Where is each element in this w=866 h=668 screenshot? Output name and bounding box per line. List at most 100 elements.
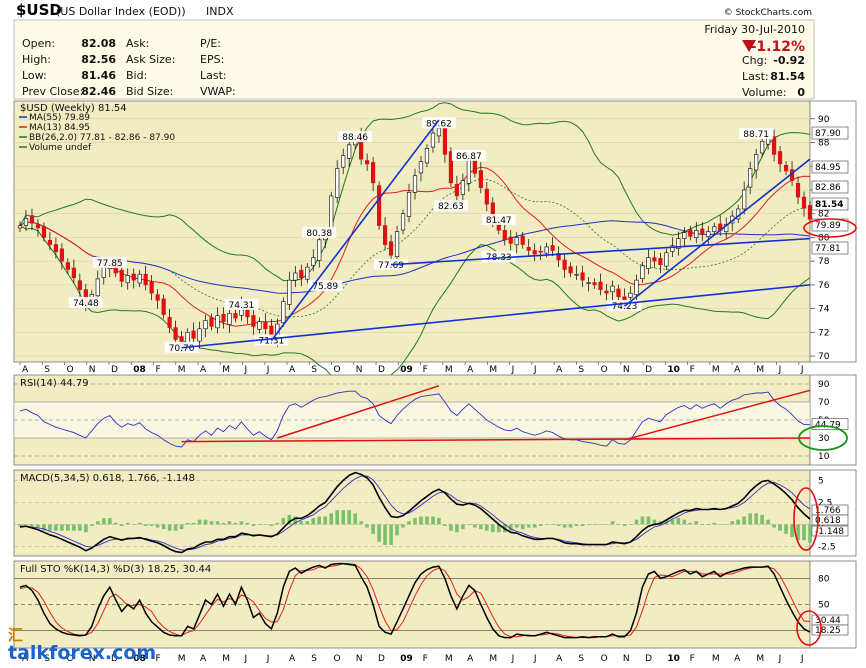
x-tick-label-top: A <box>200 365 207 375</box>
candle-body <box>23 218 29 226</box>
candle-body <box>460 180 465 195</box>
x-tick-label-top: A <box>556 365 563 375</box>
macd-histogram-bar <box>239 521 244 525</box>
price-annotation: 82.63 <box>438 202 464 212</box>
candle-body <box>412 175 418 193</box>
x-tick-label-top: J <box>244 365 248 375</box>
x-tick-label-bottom: A <box>200 654 207 664</box>
x-tick-label-bottom: 09 <box>400 654 413 664</box>
candle-body <box>688 229 693 237</box>
macd-histogram-bar <box>179 524 184 530</box>
candle-body <box>526 247 531 251</box>
macd-histogram-bar <box>784 524 788 534</box>
macd-histogram-bar <box>96 521 100 525</box>
x-tick-label-top: J <box>778 365 782 375</box>
macd-value-text: 1.766 <box>815 506 841 516</box>
candle-body <box>520 235 525 245</box>
x-tick-label-bottom: M <box>756 654 764 664</box>
price-tick-label: 90 <box>818 115 830 125</box>
sto-panel: 205080Full STO %K(14,3) %D(3) 18.25, 30.… <box>13 560 857 649</box>
price-annotation: 80.38 <box>306 229 332 239</box>
candle-body <box>215 315 220 329</box>
candle-body <box>305 266 310 280</box>
x-tick-label-bottom: M <box>712 654 720 664</box>
ask-label: Ask: <box>126 37 149 50</box>
x-tick-label-top: J <box>266 365 270 375</box>
macd-histogram-bar <box>101 518 106 525</box>
rsi-tick-label: 10 <box>818 452 830 462</box>
x-tick-label-top: 09 <box>400 365 413 375</box>
macd-histogram-bar <box>604 524 609 526</box>
candle-body <box>317 239 322 261</box>
x-tick-label-top: M <box>712 365 720 375</box>
candle-body <box>227 313 232 325</box>
candle-body <box>628 292 633 298</box>
macd-histogram-bar <box>598 524 603 526</box>
x-tick-label-top: O <box>334 365 341 375</box>
x-tick-label-bottom: J <box>244 654 248 664</box>
price-tick-label: 70 <box>818 352 830 362</box>
macd-histogram-bar <box>622 524 627 526</box>
candle-body <box>400 213 406 231</box>
price-tick-label: 72 <box>818 328 829 338</box>
x-tick-label-bottom: M <box>489 654 497 664</box>
x-tick-label-bottom: A <box>734 654 741 664</box>
candle-body <box>592 282 597 286</box>
right-label: Chg: <box>742 54 767 67</box>
quote-date: Friday 30-Jul-2010 <box>704 23 805 36</box>
candle-body <box>466 158 471 184</box>
quote-value: 81.46 <box>81 69 116 82</box>
macd-histogram-bar <box>550 524 555 526</box>
macd-histogram-bar <box>544 524 549 526</box>
macd-histogram-bar <box>568 524 573 528</box>
x-tick-label-top: D <box>378 365 385 375</box>
macd-histogram-bar <box>215 521 220 525</box>
candle-body <box>748 168 753 188</box>
macd-histogram-bar <box>425 516 429 525</box>
macd-histogram-bar <box>377 524 381 542</box>
sto-tick-label: 80 <box>818 574 830 584</box>
macd-histogram-bar <box>329 513 334 525</box>
ask-label: Bid: <box>126 69 147 82</box>
candle-body <box>532 250 537 255</box>
quote-value: 82.56 <box>81 53 116 66</box>
macd-histogram-bar <box>395 524 399 536</box>
macd-histogram-bar <box>191 522 196 525</box>
macd-histogram-bar <box>143 524 148 526</box>
x-tick-label-top: M <box>178 365 186 375</box>
candle-body <box>562 259 567 270</box>
macd-histogram-bar <box>443 524 447 526</box>
price-panel-axis-frame <box>809 100 857 363</box>
macd-histogram-bar <box>227 521 232 525</box>
price-value-text: 87.90 <box>815 129 841 139</box>
candle-body <box>616 288 621 298</box>
macd-histogram-bar <box>688 522 693 525</box>
macd-histogram-bar <box>407 521 411 525</box>
price-tick-label: 88 <box>818 139 830 149</box>
price-annotation: 88.71 <box>743 130 769 140</box>
macd-histogram-bar <box>802 524 806 541</box>
macd-histogram-bar <box>532 524 537 528</box>
price-tick-label: 82 <box>818 210 829 220</box>
macd-histogram-bar <box>131 524 136 526</box>
candle-body <box>155 294 160 301</box>
macd-histogram-bar <box>60 524 64 531</box>
candle-body <box>119 269 124 282</box>
sto-tick-label: 50 <box>818 601 830 611</box>
candle-body <box>197 328 202 342</box>
price-annotation: 77.85 <box>97 259 123 269</box>
candle-body <box>161 298 166 315</box>
macd-histogram-bar <box>311 518 316 525</box>
macd-histogram-bar <box>461 524 465 530</box>
macd-histogram-bar <box>197 519 202 525</box>
candle-body <box>371 162 376 184</box>
candle-body <box>652 257 657 262</box>
candle-body <box>760 141 765 154</box>
candle-body <box>706 231 711 238</box>
candle-body <box>347 144 352 159</box>
macd-histogram-bar <box>760 514 764 525</box>
ratio-label: Last: <box>200 69 227 82</box>
macd-histogram-bar <box>233 522 238 525</box>
candle-body <box>640 265 645 280</box>
macd-histogram-bar <box>772 524 776 528</box>
